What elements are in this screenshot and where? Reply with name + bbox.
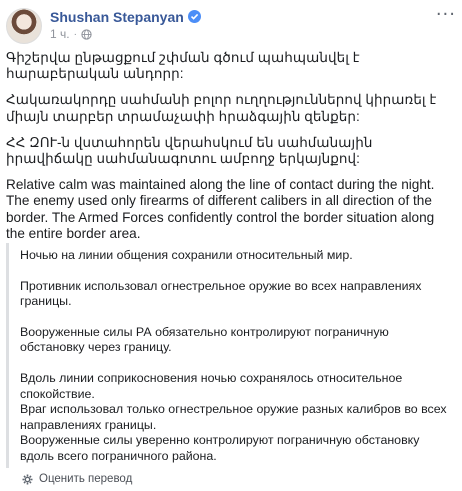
author-name-row: Shushan Stepanyan — [50, 9, 201, 25]
translation-paragraph-3: Вооруженные силы РА обязательно контроли… — [20, 324, 389, 355]
verified-badge-icon — [187, 10, 201, 23]
translation-block: Ночью на линии общения сохранили относит… — [6, 243, 454, 468]
post-paragraph-hy-3: ՀՀ ԶՈՒ-ն վստահորեն վերահսկում են սահմանա… — [6, 134, 373, 167]
post-header: Shushan Stepanyan 1 ч. · ··· — [6, 6, 456, 44]
post-body: Գիշերվա ընթացքում շփման գծում պահպանվել … — [6, 50, 456, 242]
translation-paragraph-6: Вооруженные силы уверенно контролируют п… — [20, 433, 420, 463]
avatar[interactable] — [6, 8, 42, 44]
post-paragraph-hy-2: Հակառակորդը սահմանի բոլոր ուղղություններ… — [6, 92, 437, 124]
more-options-icon[interactable]: ··· — [436, 6, 456, 24]
translation-paragraph-5: Враг использовал только огнестрельное ор… — [20, 402, 447, 432]
author-name[interactable]: Shushan Stepanyan — [50, 9, 184, 25]
translation-paragraph-2: Противник использовал огнестрельное оруж… — [20, 278, 422, 309]
rate-translation-row: Оценить перевод — [22, 473, 132, 485]
gear-icon[interactable] — [22, 474, 33, 485]
post-paragraph-hy-1: Գիշերվա ընթացքում շփման գծում պահպանվել … — [6, 50, 360, 82]
globe-icon[interactable] — [81, 28, 92, 40]
translation-paragraph-4: Вдоль линии соприкосновения ночью сохран… — [20, 370, 403, 401]
meta-separator: · — [73, 28, 77, 40]
translation-paragraph-1: Ночью на линии общения сохранили относит… — [20, 248, 353, 262]
rate-translation-link[interactable]: Оценить перевод — [39, 473, 132, 485]
post-paragraph-en: Relative calm was maintained along the l… — [6, 177, 435, 241]
post-timestamp[interactable]: 1 ч. — [50, 27, 70, 41]
post-meta: 1 ч. · — [50, 27, 92, 41]
